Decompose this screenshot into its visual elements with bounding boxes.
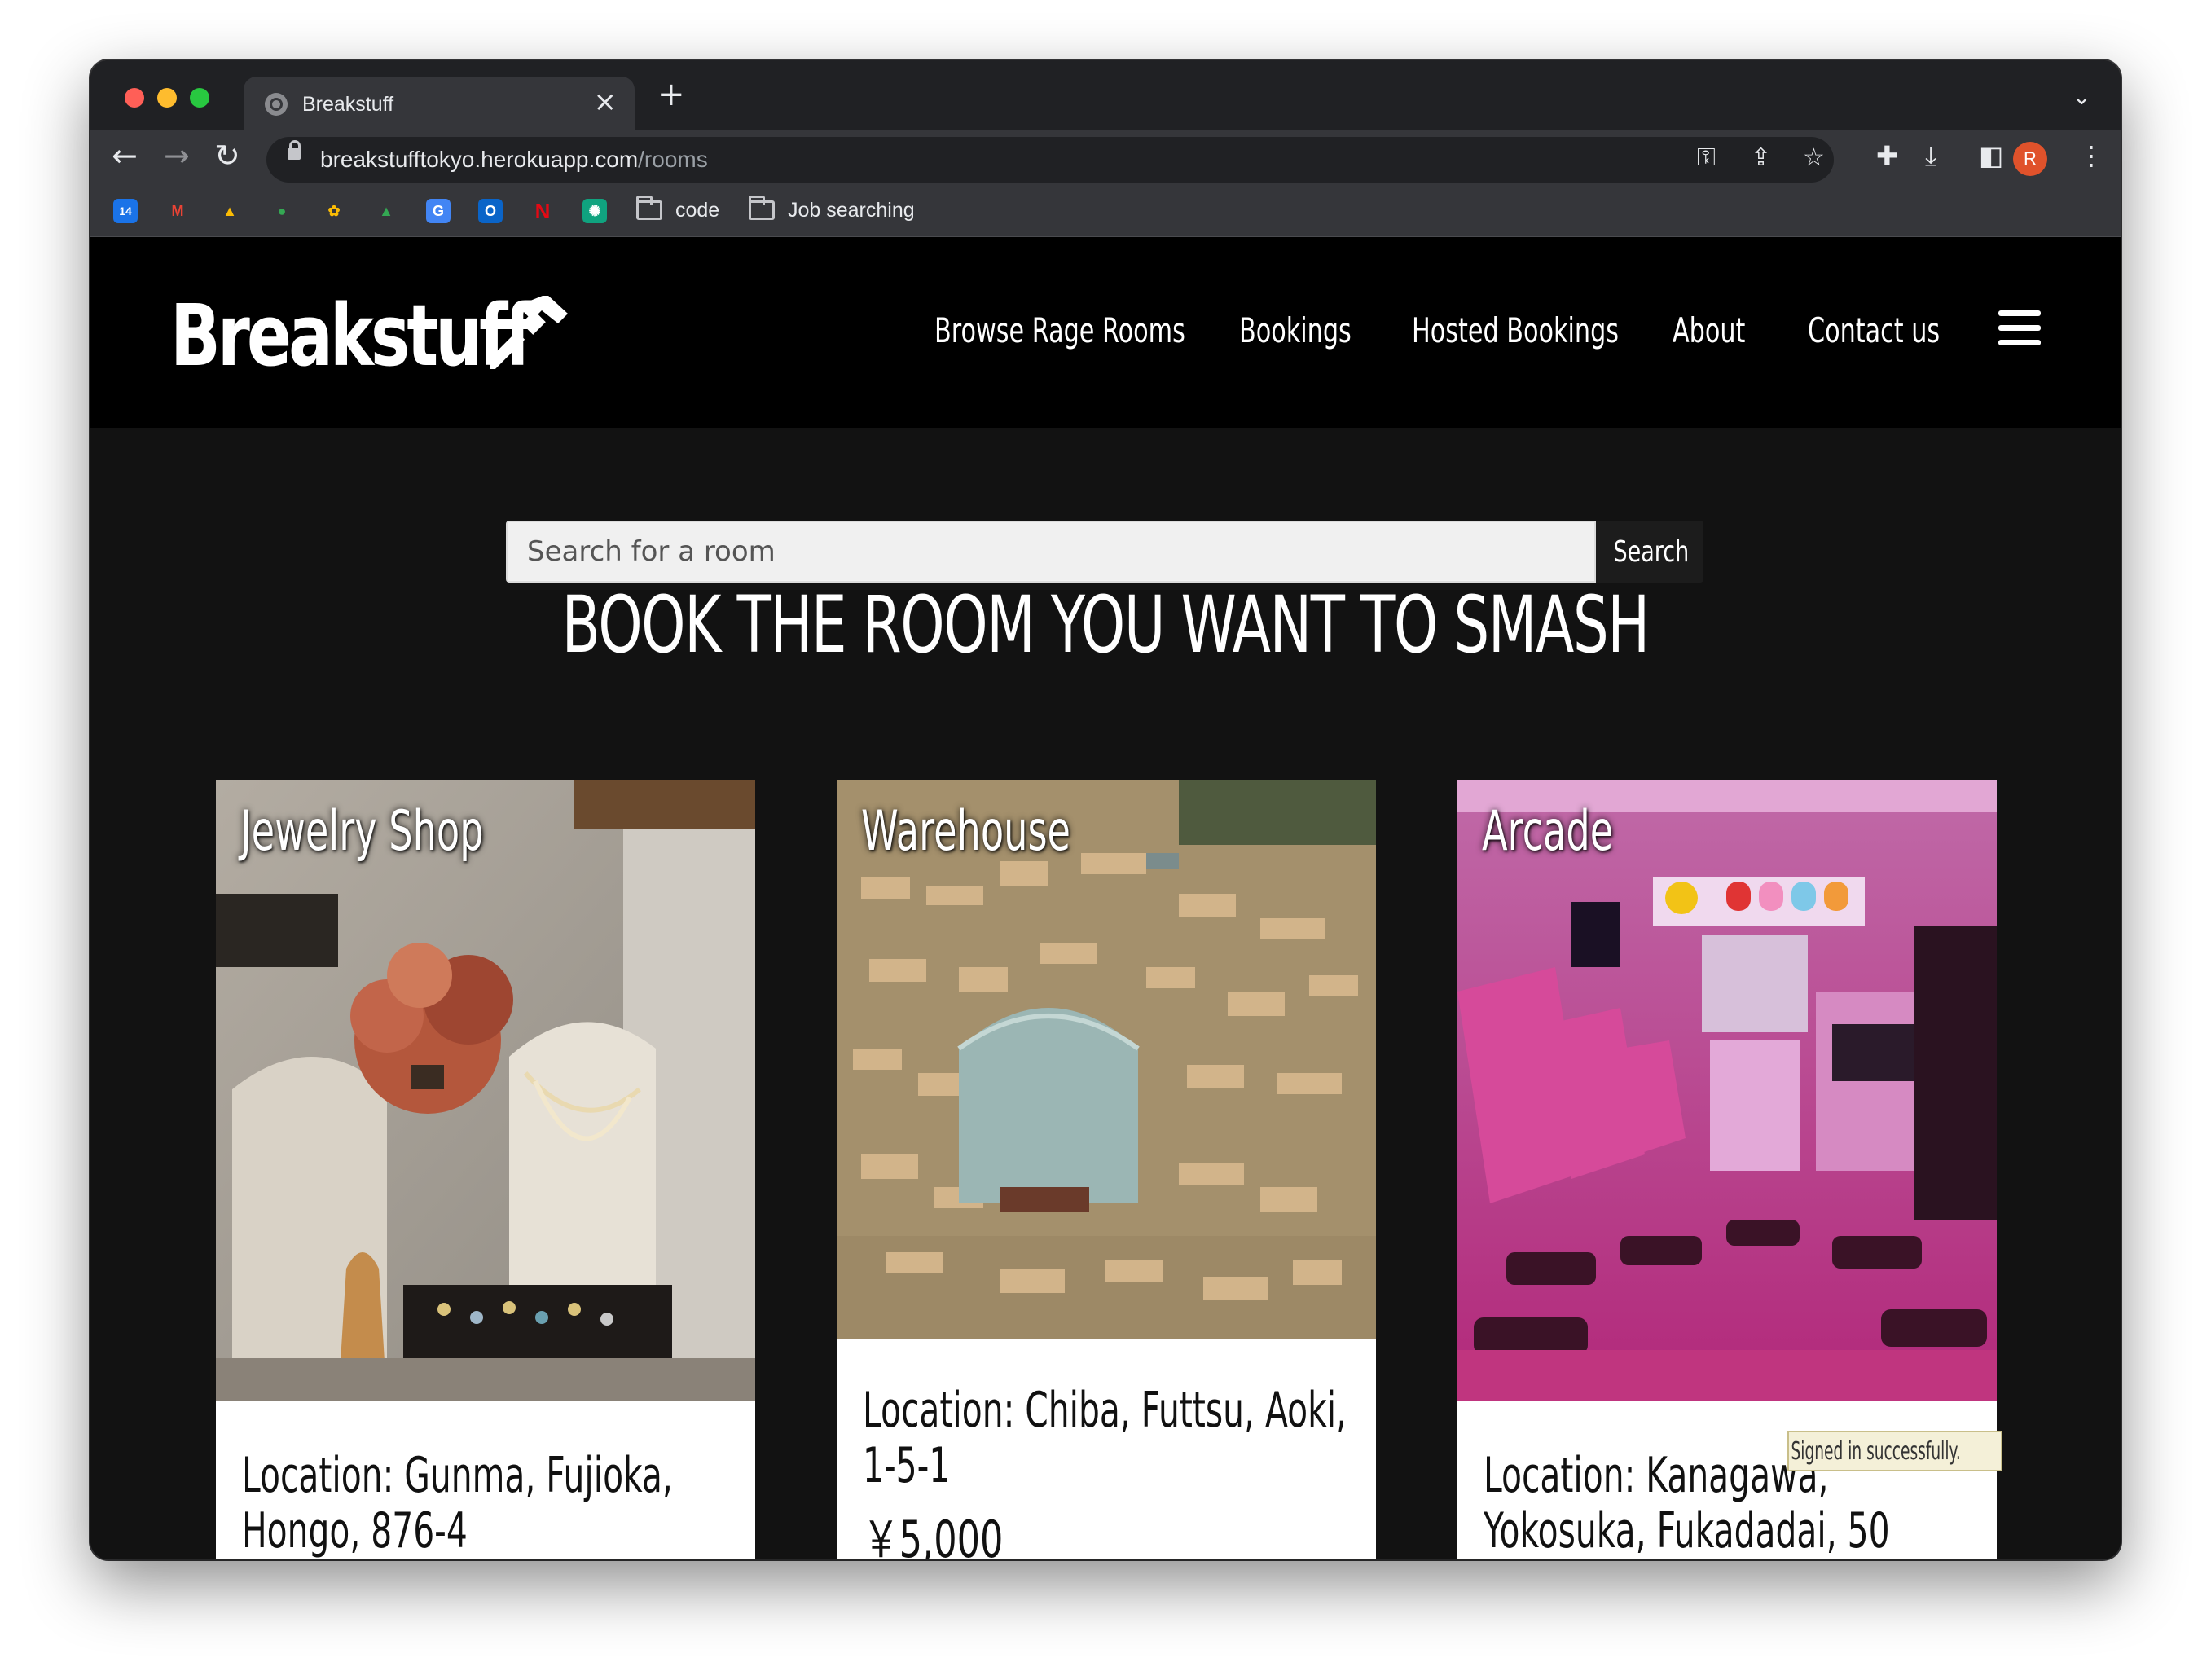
page-heading: BOOK THE ROOM YOU WANT TO SMASH [561, 579, 1651, 671]
new-tab-button[interactable]: + [657, 78, 685, 111]
hammer-icon [490, 296, 568, 369]
room-card-jewelry-shop[interactable]: Jewelry Shop Location: Gunma, Fujioka, H… [216, 780, 755, 1559]
room-price: ￥5,000 [863, 1510, 1004, 1559]
room-search-input[interactable] [506, 521, 1596, 583]
download-icon[interactable]: ⤓ [1925, 140, 1936, 172]
profile-avatar[interactable]: R [2013, 142, 2047, 176]
room-title[interactable]: Warehouse [861, 799, 1070, 864]
nav-hosted-bookings[interactable]: Hosted Bookings [1412, 310, 1619, 350]
web-page: Breakstuff Browse Rage Rooms Bookings Ho… [90, 237, 2121, 1559]
key-icon[interactable]: ⚿ [1697, 143, 1716, 172]
extensions-puzzle-icon[interactable]: ✚ [1876, 140, 1898, 171]
photos-icon[interactable]: ✿ [322, 199, 346, 223]
chatgpt-icon[interactable]: ✺ [582, 199, 607, 223]
nav-contact-us[interactable]: Contact us [1808, 310, 1940, 350]
room-location: Location: Gunma, Fujioka, Hongo, 876-4 [242, 1447, 673, 1559]
close-window-button[interactable] [125, 88, 144, 108]
search-button[interactable]: Search [1596, 521, 1703, 583]
translate-icon[interactable]: G [426, 199, 451, 223]
room-image-jewelry-shop [216, 780, 755, 1401]
room-title[interactable]: Jewelry Shop [240, 799, 484, 864]
gmail-icon[interactable]: M [165, 199, 190, 223]
address-bar[interactable]: breakstufftokyo.herokuapp.com/rooms ⚿ ⇪ … [266, 137, 1834, 183]
browser-window: Breakstuff × + ⌄ ← → ↻ breakstufftokyo.h… [90, 60, 2121, 1559]
browser-toolbar: ← → ↻ breakstufftokyo.herokuapp.com/room… [90, 130, 2121, 187]
drive-icon-2[interactable]: ▲ [374, 199, 398, 223]
side-panel-icon[interactable]: ◧ [1979, 140, 2003, 171]
browser-tab[interactable]: Breakstuff × [244, 77, 635, 130]
room-title[interactable]: Arcade [1482, 799, 1613, 864]
minimize-window-button[interactable] [157, 88, 177, 108]
nav-browse-rage-rooms[interactable]: Browse Rage Rooms [934, 310, 1185, 350]
url-text[interactable]: breakstufftokyo.herokuapp.com/rooms [320, 147, 708, 173]
bookmarks-bar: 14 M ▲ ● ✿ ▲ G O N ✺ code Job searching [90, 187, 2121, 237]
tab-strip: Breakstuff × + ⌄ [90, 60, 2121, 130]
calendar-icon[interactable]: 14 [113, 199, 138, 223]
hamburger-menu-icon[interactable] [1998, 310, 2041, 354]
bookmark-folder-code[interactable]: code [675, 199, 719, 222]
share-icon[interactable]: ⇪ [1751, 143, 1771, 172]
tab-title: Breakstuff [302, 93, 394, 116]
outlook-icon[interactable]: O [478, 199, 503, 223]
maximize-window-button[interactable] [190, 88, 209, 108]
back-arrow-icon[interactable]: ← [112, 140, 138, 171]
netflix-icon[interactable]: N [530, 199, 555, 223]
forward-arrow-icon[interactable]: → [164, 140, 190, 171]
site-header: Breakstuff Browse Rage Rooms Bookings Ho… [90, 237, 2121, 428]
reload-icon[interactable]: ↻ [214, 140, 240, 171]
room-location: Location: Chiba, Futtsu, Aoki, 1-5-1 [863, 1382, 1347, 1494]
maps-icon[interactable]: ● [270, 199, 294, 223]
more-menu-icon[interactable]: ⋮ [2078, 140, 2104, 171]
drive-icon[interactable]: ▲ [218, 199, 242, 223]
site-logo[interactable]: Breakstuff [170, 286, 534, 385]
folder-icon [636, 196, 662, 220]
globe-icon [265, 93, 288, 116]
room-card-warehouse[interactable]: Warehouse Location: Chiba, Futtsu, Aoki,… [837, 780, 1376, 1559]
nav-bookings[interactable]: Bookings [1239, 310, 1352, 350]
tab-search-chevron-icon[interactable]: ⌄ [2073, 83, 2091, 110]
flash-notice: Signed in successfully. [1787, 1431, 2002, 1471]
lock-icon [288, 140, 301, 160]
folder-icon [749, 196, 775, 220]
bookmark-folder-job-searching[interactable]: Job searching [788, 199, 915, 222]
close-tab-icon[interactable]: × [594, 88, 618, 116]
room-image-arcade [1457, 780, 1997, 1401]
bookmark-star-icon[interactable]: ☆ [1803, 143, 1825, 172]
nav-about[interactable]: About [1673, 310, 1745, 350]
